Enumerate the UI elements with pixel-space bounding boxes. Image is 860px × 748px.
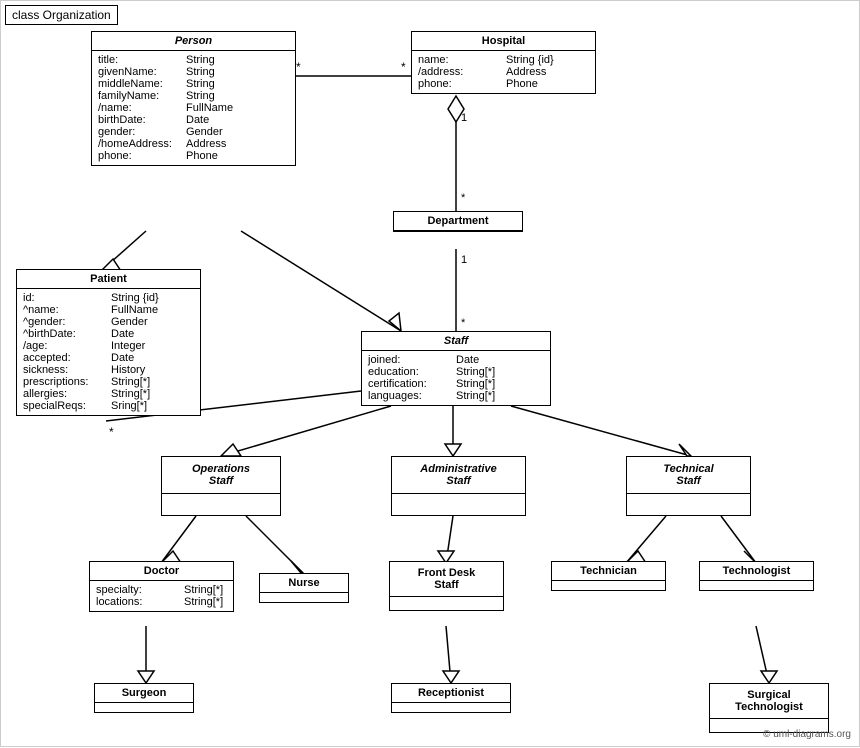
class-patient: Patient id:String {id} ^name:FullName ^g… [16, 269, 201, 416]
class-staff: Staff joined:Date education:String[*] ce… [361, 331, 551, 406]
class-operations-staff: OperationsStaff [161, 456, 281, 516]
svg-text:1: 1 [461, 254, 467, 266]
class-front-desk-staff-title: Front DeskStaff [390, 562, 503, 597]
class-patient-title: Patient [17, 270, 200, 289]
class-doctor-body: specialty:String[*] locations:String[*] [90, 581, 233, 611]
class-hospital-title: Hospital [412, 32, 595, 51]
class-technologist: Technologist [699, 561, 814, 591]
class-technician: Technician [551, 561, 666, 591]
svg-text:*: * [401, 60, 406, 74]
class-receptionist: Receptionist [391, 683, 511, 713]
class-front-desk-staff: Front DeskStaff [389, 561, 504, 611]
svg-text:*: * [296, 60, 301, 74]
class-surgical-technologist: SurgicalTechnologist [709, 683, 829, 733]
class-hospital: Hospital name:String {id} /address:Addre… [411, 31, 596, 94]
class-nurse-title: Nurse [260, 574, 348, 593]
class-department: Department [393, 211, 523, 232]
class-technician-title: Technician [552, 562, 665, 581]
class-receptionist-title: Receptionist [392, 684, 510, 703]
class-technical-staff: TechnicalStaff [626, 456, 751, 516]
class-technical-staff-title: TechnicalStaff [627, 457, 750, 494]
class-administrative-staff: AdministrativeStaff [391, 456, 526, 516]
class-surgeon-title: Surgeon [95, 684, 193, 703]
svg-text:*: * [461, 317, 466, 329]
svg-text:*: * [109, 425, 114, 439]
class-administrative-staff-title: AdministrativeStaff [392, 457, 525, 494]
class-doctor-title: Doctor [90, 562, 233, 581]
class-person: Person title:String givenName:String mid… [91, 31, 296, 166]
class-patient-body: id:String {id} ^name:FullName ^gender:Ge… [17, 289, 200, 415]
class-surgical-technologist-title: SurgicalTechnologist [710, 684, 828, 719]
class-person-title: Person [92, 32, 295, 51]
class-operations-staff-title: OperationsStaff [162, 457, 280, 494]
class-hospital-body: name:String {id} /address:Address phone:… [412, 51, 595, 93]
class-technologist-title: Technologist [700, 562, 813, 581]
copyright: © uml-diagrams.org [763, 729, 851, 740]
class-person-body: title:String givenName:String middleName… [92, 51, 295, 165]
class-staff-title: Staff [362, 332, 550, 351]
class-surgeon: Surgeon [94, 683, 194, 713]
class-doctor: Doctor specialty:String[*] locations:Str… [89, 561, 234, 612]
svg-text:1: 1 [461, 112, 467, 124]
class-department-title: Department [394, 212, 522, 231]
class-nurse: Nurse [259, 573, 349, 603]
svg-text:*: * [461, 192, 466, 204]
class-staff-body: joined:Date education:String[*] certific… [362, 351, 550, 405]
diagram-container: class Organization * * 1 * 1 * [0, 0, 860, 747]
diagram-title: class Organization [5, 5, 118, 25]
